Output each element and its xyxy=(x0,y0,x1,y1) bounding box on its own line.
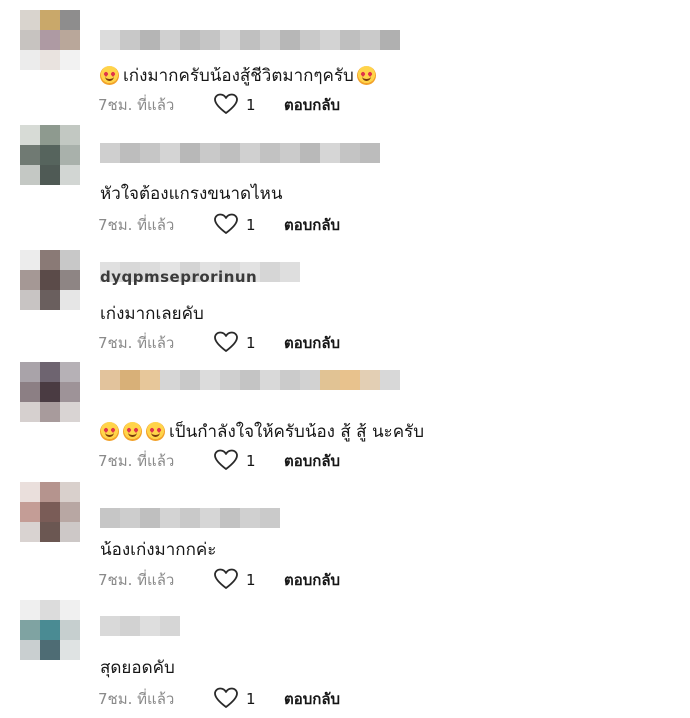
like-count: 1 xyxy=(246,334,256,352)
username-redacted[interactable] xyxy=(100,508,280,528)
timestamp: 7ชม. ที่แล้ว xyxy=(98,690,175,708)
heart-icon[interactable] xyxy=(214,687,240,711)
comment-text: สุดยอดคับ xyxy=(100,654,175,681)
reply-button[interactable]: ตอบกลับ xyxy=(284,568,340,592)
heart-icon[interactable] xyxy=(214,568,240,592)
heart-icon[interactable] xyxy=(214,331,240,355)
comment-text-content: สุดยอดคับ xyxy=(100,658,175,678)
reply-button[interactable]: ตอบกลับ xyxy=(284,213,340,237)
comment-text-content: น้องเก่งมากกค่ะ xyxy=(100,540,217,560)
timestamp: 7ชม. ที่แล้ว xyxy=(98,334,175,352)
like-count: 1 xyxy=(246,690,256,708)
comment-item: สุดยอดคับ 7ชม. ที่แล้ว 1 ตอบกลับ xyxy=(0,0,690,708)
comment-text: น้องเก่งมากกค่ะ xyxy=(100,536,216,563)
smiling-face-with-hearts-icon xyxy=(100,422,119,441)
comment-meta: 7ชม. ที่แล้ว 1 ตอบกลับ xyxy=(98,448,340,474)
comment-text-content: หัวใจต้องแกรงขนาดไหน xyxy=(100,184,283,204)
smiling-face-with-hearts-icon xyxy=(123,422,142,441)
comment-text: เป็นกำลังใจให้ครับน้อง สู้ สู้ นะครับ xyxy=(100,418,424,445)
avatar[interactable] xyxy=(20,250,80,310)
reply-button[interactable]: ตอบกลับ xyxy=(284,331,340,355)
comment-text-content: เก่งมากเลยคับ xyxy=(100,304,204,324)
comment-meta: 7ชม. ที่แล้ว 1 ตอบกลับ xyxy=(98,686,340,712)
avatar[interactable] xyxy=(20,362,80,422)
timestamp: 7ชม. ที่แล้ว xyxy=(98,452,175,470)
timestamp: 7ชม. ที่แล้ว xyxy=(98,216,175,234)
comment-text-content: เป็นกำลังใจให้ครับน้อง สู้ สู้ นะครับ xyxy=(169,422,424,442)
like-count: 1 xyxy=(246,452,256,470)
avatar[interactable] xyxy=(20,125,80,185)
comment-meta: 7ชม. ที่แล้ว 1 ตอบกลับ xyxy=(98,212,340,238)
username-redacted[interactable] xyxy=(100,616,180,636)
comment-text: เก่งมากเลยคับ xyxy=(100,300,204,327)
reply-button[interactable]: ตอบกลับ xyxy=(284,449,340,473)
comment-text: หัวใจต้องแกรงขนาดไหน xyxy=(100,180,282,207)
like-count: 1 xyxy=(246,216,256,234)
heart-icon[interactable] xyxy=(214,449,240,473)
comment-meta: 7ชม. ที่แล้ว 1 ตอบกลับ xyxy=(98,567,340,593)
timestamp: 7ชม. ที่แล้ว xyxy=(98,571,175,589)
reply-button[interactable]: ตอบกลับ xyxy=(284,687,340,711)
username[interactable]: dyqpmseprorinun xyxy=(100,268,257,286)
comment-meta: 7ชม. ที่แล้ว 1 ตอบกลับ xyxy=(98,330,340,356)
heart-icon[interactable] xyxy=(214,213,240,237)
username-redacted[interactable] xyxy=(100,370,400,390)
avatar[interactable] xyxy=(20,482,80,542)
username-redacted[interactable] xyxy=(100,143,380,163)
smiling-face-with-hearts-icon xyxy=(146,422,165,441)
like-count: 1 xyxy=(246,571,256,589)
avatar[interactable] xyxy=(20,600,80,660)
